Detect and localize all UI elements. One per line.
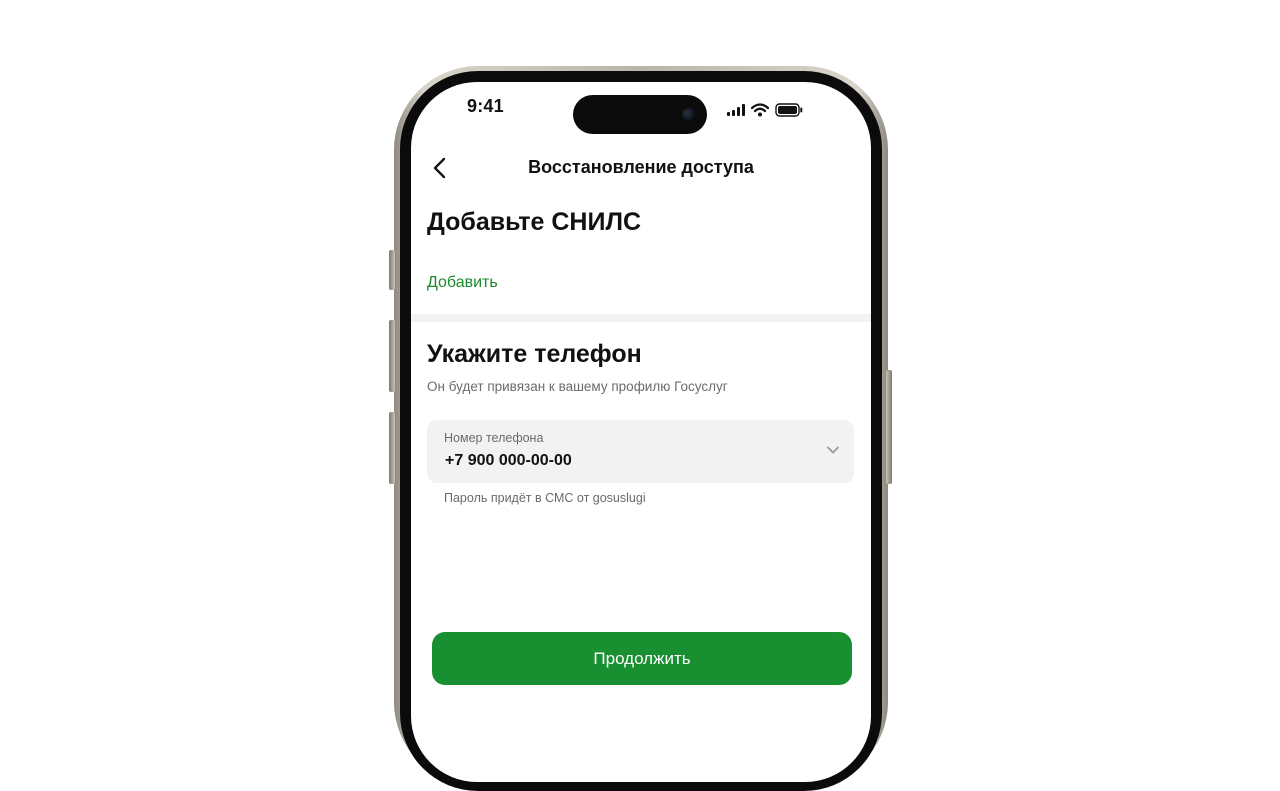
phone-number-label: Номер телефона [444,431,544,445]
cellular-signal-icon [727,104,745,116]
snils-section-title: Добавьте СНИЛС [427,208,642,236]
status-time: 9:41 [467,96,504,116]
wifi-icon [751,103,769,117]
phone-screen: 9:41 Восстановление доступа Добавьте СНИ… [411,82,871,782]
phone-section-subtitle: Он будет привязан к вашему профилю Госус… [427,379,728,394]
page-title: Восстановление доступа [528,157,754,177]
dynamic-island [573,95,707,134]
add-snils-link[interactable]: Добавить [427,274,498,292]
front-camera-icon [682,108,695,121]
volume-down-button-hardware [389,412,395,484]
back-button[interactable] [429,156,453,180]
continue-button[interactable]: Продолжить [432,632,852,685]
action-button-hardware [389,250,395,290]
sms-hint: Пароль придёт в СМС от gosuslugi [444,491,646,505]
volume-up-button-hardware [389,320,395,392]
phone-number-field[interactable]: Номер телефона +7 900 000-00-00 [427,420,854,483]
chevron-down-icon[interactable] [826,445,840,455]
power-button-hardware [886,370,892,484]
phone-number-value: +7 900 000-00-00 [445,452,572,469]
battery-icon [775,103,803,117]
status-icons [727,102,803,118]
section-divider [411,314,871,322]
chevron-left-icon [433,157,446,179]
phone-section-title: Укажите телефон [427,340,642,368]
